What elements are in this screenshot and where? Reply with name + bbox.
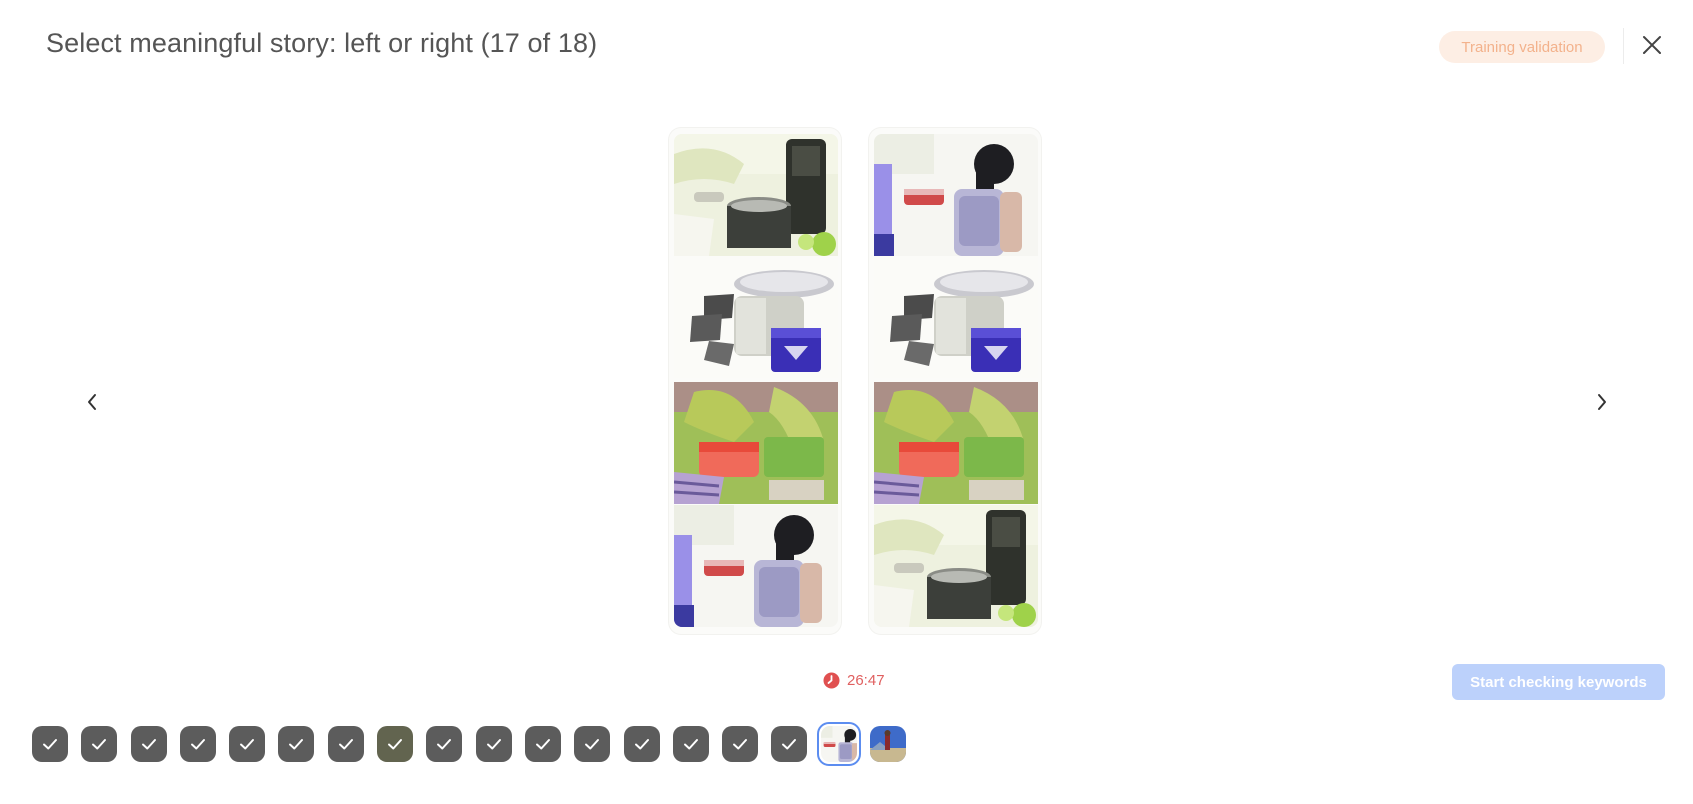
progress-step-done[interactable] [32,726,68,762]
progress-step-done[interactable] [574,726,611,762]
story-frame [674,505,838,627]
story-frame [874,382,1038,504]
story-thumbnail [870,726,906,762]
previous-story-button[interactable] [80,388,104,416]
progress-step-done[interactable] [130,726,167,762]
check-icon [632,734,652,754]
story-frame [874,134,1038,256]
check-icon [139,734,159,754]
check-icon [336,734,356,754]
check-icon [385,734,405,754]
story-thumbnail [821,726,857,762]
progress-step-upcoming[interactable] [870,726,906,762]
close-button[interactable] [1637,30,1667,60]
chevron-left-icon [88,394,96,410]
check-icon [730,734,750,754]
training-validation-badge: Training validation [1439,31,1605,63]
check-icon [89,734,109,754]
progress-step-current[interactable] [816,722,861,766]
check-icon [237,734,257,754]
check-icon [681,734,701,754]
close-icon [1643,36,1661,54]
progress-step-done[interactable] [623,726,660,762]
next-story-button[interactable] [1590,388,1614,416]
progress-step-done[interactable] [229,726,266,762]
header-divider [1623,28,1624,64]
timer-value: 26:47 [847,672,885,689]
right-story-option[interactable] [869,128,1041,634]
story-frame [674,134,838,256]
check-icon [40,734,60,754]
progress-step-done[interactable] [81,726,118,762]
page-title: Select meaningful story: left or right (… [46,28,598,58]
check-icon [779,734,799,754]
check-icon [533,734,553,754]
progress-step-done[interactable] [672,726,709,762]
check-icon [434,734,454,754]
progress-step-done[interactable] [377,726,414,762]
progress-step-done[interactable] [179,726,216,762]
story-frame [674,382,838,504]
progress-step-done[interactable] [771,726,808,762]
clock-icon [823,672,840,689]
countdown-timer: 26:47 [823,672,885,689]
left-story-option[interactable] [669,128,841,634]
progress-step-done[interactable] [722,726,759,762]
check-icon [484,734,504,754]
progress-step-done[interactable] [524,726,561,762]
story-frame [674,256,838,378]
story-frame [874,505,1038,627]
start-checking-keywords-button[interactable]: Start checking keywords [1452,664,1665,700]
check-icon [582,734,602,754]
check-icon [286,734,306,754]
progress-steps [32,722,906,766]
progress-step-done[interactable] [475,726,512,762]
chevron-right-icon [1598,394,1606,410]
progress-step-done[interactable] [327,726,364,762]
story-frame [874,256,1038,378]
progress-step-done[interactable] [426,726,463,762]
progress-step-done[interactable] [278,726,315,762]
check-icon [188,734,208,754]
